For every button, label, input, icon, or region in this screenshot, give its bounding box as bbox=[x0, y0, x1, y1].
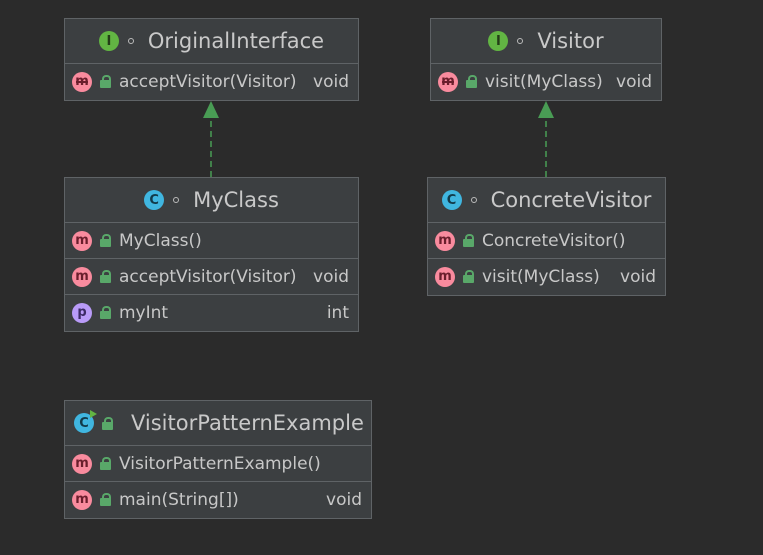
public-lock-icon bbox=[100, 234, 111, 247]
node-my-class[interactable]: C MyClass m MyClass() m acceptVisitor(Vi… bbox=[64, 177, 359, 332]
member-name: MyClass() bbox=[119, 230, 202, 251]
member-name: VisitorPatternExample() bbox=[119, 453, 321, 474]
node-header: I OriginalInterface bbox=[65, 19, 358, 64]
method-icon: m bbox=[435, 230, 455, 251]
member-row[interactable]: m MyClass() bbox=[65, 223, 358, 259]
node-concrete-visitor[interactable]: C ConcreteVisitor m ConcreteVisitor() m … bbox=[427, 177, 666, 296]
public-lock-icon bbox=[466, 75, 477, 88]
edge-concretevisitor-visitor bbox=[538, 101, 554, 177]
member-type: int bbox=[326, 302, 349, 323]
node-title: Visitor bbox=[537, 29, 604, 53]
member-name: visit(MyClass) bbox=[485, 71, 603, 92]
member-name: main(String[]) bbox=[119, 489, 239, 510]
public-lock-icon bbox=[100, 493, 111, 506]
edge-myclass-originalinterface bbox=[203, 101, 219, 177]
public-lock-icon bbox=[463, 270, 474, 283]
public-lock-icon bbox=[102, 416, 113, 430]
interface-icon: I bbox=[98, 31, 119, 51]
member-name: myInt bbox=[119, 302, 169, 323]
visibility-dot-icon bbox=[517, 38, 524, 44]
arrowhead bbox=[203, 101, 219, 118]
member-row[interactable]: m visit(MyClass) void bbox=[431, 64, 661, 99]
node-visitor-pattern-example[interactable]: C VisitorPatternExample m VisitorPattern… bbox=[64, 400, 372, 519]
node-visitor[interactable]: I Visitor m visit(MyClass) void bbox=[430, 18, 662, 101]
interface-icon: I bbox=[488, 31, 509, 51]
member-row[interactable]: p myInt int bbox=[65, 295, 358, 330]
abstract-method-icon: m bbox=[438, 71, 458, 92]
member-name: visit(MyClass) bbox=[482, 266, 600, 287]
member-row[interactable]: m acceptVisitor(Visitor) void bbox=[65, 64, 358, 99]
node-title: ConcreteVisitor bbox=[490, 188, 652, 212]
badge-letter: m bbox=[75, 492, 89, 507]
node-title: VisitorPatternExample bbox=[131, 411, 364, 435]
public-lock-icon bbox=[100, 270, 111, 283]
visibility-dot-icon bbox=[127, 38, 134, 44]
static-method-icon: m bbox=[72, 489, 92, 510]
method-icon: m bbox=[72, 266, 92, 287]
class-icon: C bbox=[144, 190, 165, 210]
member-row[interactable]: m VisitorPatternExample() bbox=[65, 446, 371, 482]
member-row[interactable]: m main(String[]) void bbox=[65, 482, 371, 517]
member-type: void bbox=[616, 71, 652, 92]
visibility-dot-icon bbox=[173, 197, 180, 203]
badge-letter: C bbox=[79, 415, 89, 431]
arrowhead bbox=[538, 101, 554, 118]
node-header: C ConcreteVisitor bbox=[428, 178, 665, 223]
class-icon: C bbox=[441, 190, 462, 210]
public-lock-icon bbox=[100, 457, 111, 470]
abstract-method-icon: m bbox=[72, 71, 92, 92]
member-type: void bbox=[313, 71, 349, 92]
node-title: MyClass bbox=[193, 188, 279, 212]
node-title: OriginalInterface bbox=[147, 29, 325, 53]
method-icon: m bbox=[72, 230, 92, 251]
node-header: C MyClass bbox=[65, 178, 358, 223]
node-header: C VisitorPatternExample bbox=[65, 401, 371, 446]
property-icon: p bbox=[72, 302, 92, 323]
public-lock-icon bbox=[463, 234, 474, 247]
member-row[interactable]: m acceptVisitor(Visitor) void bbox=[65, 259, 358, 295]
member-name: ConcreteVisitor() bbox=[482, 230, 626, 251]
method-icon: m bbox=[72, 453, 92, 474]
method-icon: m bbox=[435, 266, 455, 287]
member-name: acceptVisitor(Visitor) bbox=[119, 71, 297, 92]
node-original-interface[interactable]: I OriginalInterface m acceptVisitor(Visi… bbox=[64, 18, 359, 101]
member-type: void bbox=[620, 266, 656, 287]
member-type: void bbox=[313, 266, 349, 287]
runnable-class-icon: C bbox=[74, 410, 97, 433]
visibility-dot-icon bbox=[470, 197, 477, 203]
node-header: I Visitor bbox=[431, 19, 661, 64]
member-name: acceptVisitor(Visitor) bbox=[119, 266, 297, 287]
public-lock-icon bbox=[100, 306, 111, 319]
member-type: void bbox=[326, 489, 362, 510]
member-row[interactable]: m ConcreteVisitor() bbox=[428, 223, 665, 259]
run-icon bbox=[90, 410, 97, 418]
member-row[interactable]: m visit(MyClass) void bbox=[428, 259, 665, 294]
public-lock-icon bbox=[100, 75, 111, 88]
